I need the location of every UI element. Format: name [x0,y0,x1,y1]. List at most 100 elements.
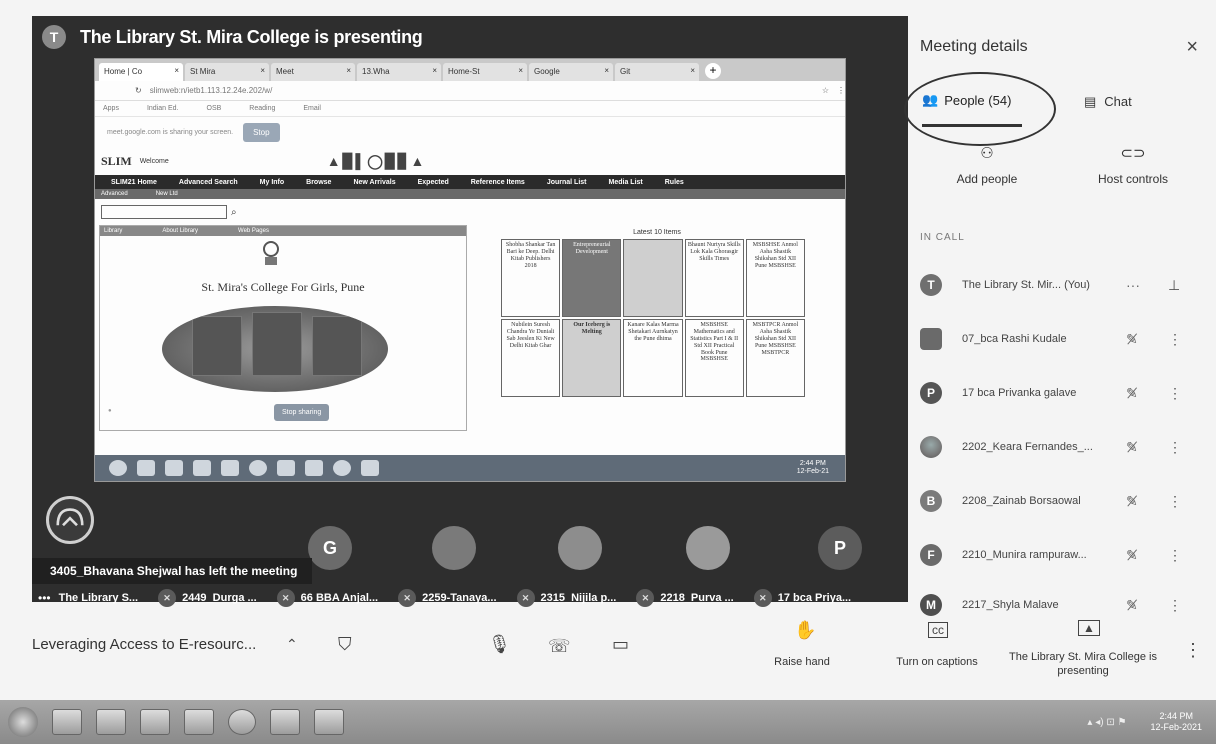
add-person-icon: ⚇ [980,145,994,162]
participant-strip: G P 3405_Bhavana Shejwal has left the me… [32,484,908,607]
chevron-up-icon[interactable]: ⌃ [286,636,298,653]
app-icon[interactable] [184,709,214,735]
browser-tab: Home | Co × [99,63,183,81]
share-notice: meet.google.com is sharing your screen. … [95,117,845,147]
meeting-details-panel: Meeting details × 👥 People (54) ▤ Chat ⚇… [904,16,1208,616]
stop-sharing-pill: Stop sharing [274,404,330,421]
new-tab-icon: + [705,63,721,79]
excel-icon[interactable] [96,709,126,735]
book-cell: Bhaunt Nurtyra Skills Lok Kala Ghorasgir… [684,239,744,317]
host-controls-button[interactable]: ⊂⊃ Host controls [1078,144,1188,186]
participant-row[interactable]: 2202_Keara Fernandes_... ✎̸ ⋮ [920,430,1208,464]
present-icon[interactable]: ▲ [1078,620,1100,636]
app-icon [333,460,351,476]
participant-avatar[interactable] [558,526,602,570]
add-people-button[interactable]: ⚇ Add people [932,144,1042,186]
os-clock[interactable]: 2:44 PM 12-Feb-2021 [1150,711,1202,734]
people-icon: 👥 [922,92,939,107]
hang-up-icon[interactable]: ☏ [548,636,571,657]
app-icon[interactable] [314,709,344,735]
mic-off-icon: ✕ [398,589,417,607]
more-vert-icon[interactable]: ⋮ [1168,493,1182,510]
more-vert-icon[interactable]: ⋮ [1168,597,1182,614]
participant-avatar[interactable] [686,526,730,570]
folder-icon[interactable] [140,709,170,735]
mic-off-icon: ✎̸ [1126,438,1138,455]
more-vert-icon[interactable]: ⋮ [1168,385,1182,402]
shared-clock: 2:44 PM 12-Feb-21 [796,459,829,475]
book-cover: Entrepreneurial Development [562,239,622,317]
raise-hand-button[interactable]: Raise hand [760,656,844,668]
close-icon[interactable]: × [1186,36,1198,59]
mic-off-icon: ✕ [636,589,655,607]
browser-tab: St Mira × [185,63,269,81]
latest-items-pane: Latest 10 Items Shobha Shankar Tan Bari … [497,225,817,431]
avatar: P [920,382,942,404]
participant-avatar[interactable]: P [818,526,862,570]
mic-off-icon: ✕ [158,589,177,607]
ie-icon[interactable] [270,709,300,735]
participant-name: ✕ 66 BBA Anjal... [276,589,378,607]
captions-icon[interactable]: cc [928,622,948,638]
host-controls-icon: ⊂⊃ [1120,145,1146,162]
participant-row[interactable]: T The Library St. Mir... (You) ··· ⊥ [920,268,1208,302]
browser-tabbar: Home | Co × St Mira × Meet × 13.Wha × Home-S… [95,59,845,81]
camera-icon[interactable]: ▭ [612,634,629,655]
stop-share-notice-button: Stop [243,122,280,142]
library-photo [162,306,388,392]
participant-row[interactable]: B 2208_Zainab Borsaowal ✎̸ ⋮ [920,484,1208,518]
app-icon [361,460,379,476]
participant-row[interactable]: 07_bca Rashi Kudale ✎̸ ⋮ [920,322,1208,356]
mic-off-icon: ✎̸ [1126,492,1138,509]
participant-row[interactable]: P 17 bca Privanka galave ✎̸ ⋮ [920,376,1208,410]
reload-icon: ↻ [135,86,142,95]
presenter-thumb[interactable] [46,496,94,544]
raise-hand-icon[interactable]: ✋ [794,620,816,641]
more-vert-icon[interactable]: ⋮ [1184,640,1202,661]
more-icon[interactable]: ··· [1126,277,1146,293]
meet-window: { "presenter": { "avatar_letter": "T", "… [0,0,1216,744]
participant-name: ✕ 2449_Durga ... [158,589,257,607]
book-cell: MSBSHSE Mathematics and Statistics Part … [684,319,744,397]
participant-avatar[interactable]: G [308,526,352,570]
mic-icon[interactable]: 🎙 [488,634,511,655]
participant-names: ••• The Library S... ✕ 2449_Durga ... ✕ 66… [32,588,908,608]
app-icon [305,460,323,476]
chrome-icon[interactable] [228,709,256,735]
book-cell: Kanare Kalas Marma Shetakari Aurnkatyn t… [623,319,683,397]
search-icon: ⌕ [231,206,237,218]
shield-icon[interactable]: ⛉ [338,634,352,655]
meeting-title[interactable]: Leveraging Access to E-resourc... [32,636,256,653]
more-vert-icon[interactable]: ⋮ [1168,547,1182,564]
mic-off-icon: ✕ [516,589,535,607]
tab-chat[interactable]: ▤ Chat [1084,94,1132,110]
more-vert-icon[interactable]: ⋮ [1168,439,1182,456]
panel-title: Meeting details [920,38,1028,55]
mic-off-icon: ✎̸ [1126,596,1138,613]
annotation-circle [904,72,1056,146]
participant-avatar[interactable] [432,526,476,570]
media-icon[interactable] [52,709,82,735]
tab-people[interactable]: 👥 People (54) [922,92,1011,108]
more-vert-icon[interactable]: ⋮ [1168,331,1182,348]
more-icon[interactable]: ••• [38,591,51,605]
browser-tab: Home-St × [443,63,527,81]
slim-search-row: ⌕ [95,199,845,225]
start-icon[interactable] [8,707,38,737]
active-tab-indicator [922,124,1022,127]
meeting-controls: Leveraging Access to E-resourc... ⌃ ⛉ 🎙 … [0,614,1216,684]
slim-search-input [101,205,227,219]
captions-button[interactable]: Turn on captions [882,656,992,668]
shared-screen: Home | Co × St Mira × Meet × 13.Wha × Home-S… [94,58,846,482]
pin-icon[interactable]: ⊥ [1168,277,1180,294]
slim-logo: SLIM [101,153,132,168]
participant-row[interactable]: F 2210_Munira rampuraw... ✎̸ ⋮ [920,538,1208,572]
browser-address-bar: ↻ slimweb:n/ietb1.113.12.24e.202/w/ ☆ ⋮ [95,81,845,101]
participant-name: ✕ 2259-Tanaya... [398,589,497,607]
presenting-button[interactable]: The Library St. Mira College is presenti… [1008,650,1158,679]
tray-icons[interactable]: ▴ ◂) ⊡ ⚑ [1087,717,1126,728]
mic-off-icon: ✎̸ [1126,546,1138,563]
avatar [920,328,942,350]
presenter-banner: The Library St. Mira College is presenti… [80,26,423,47]
presenter-bar: T The Library St. Mira College is presen… [32,16,908,58]
